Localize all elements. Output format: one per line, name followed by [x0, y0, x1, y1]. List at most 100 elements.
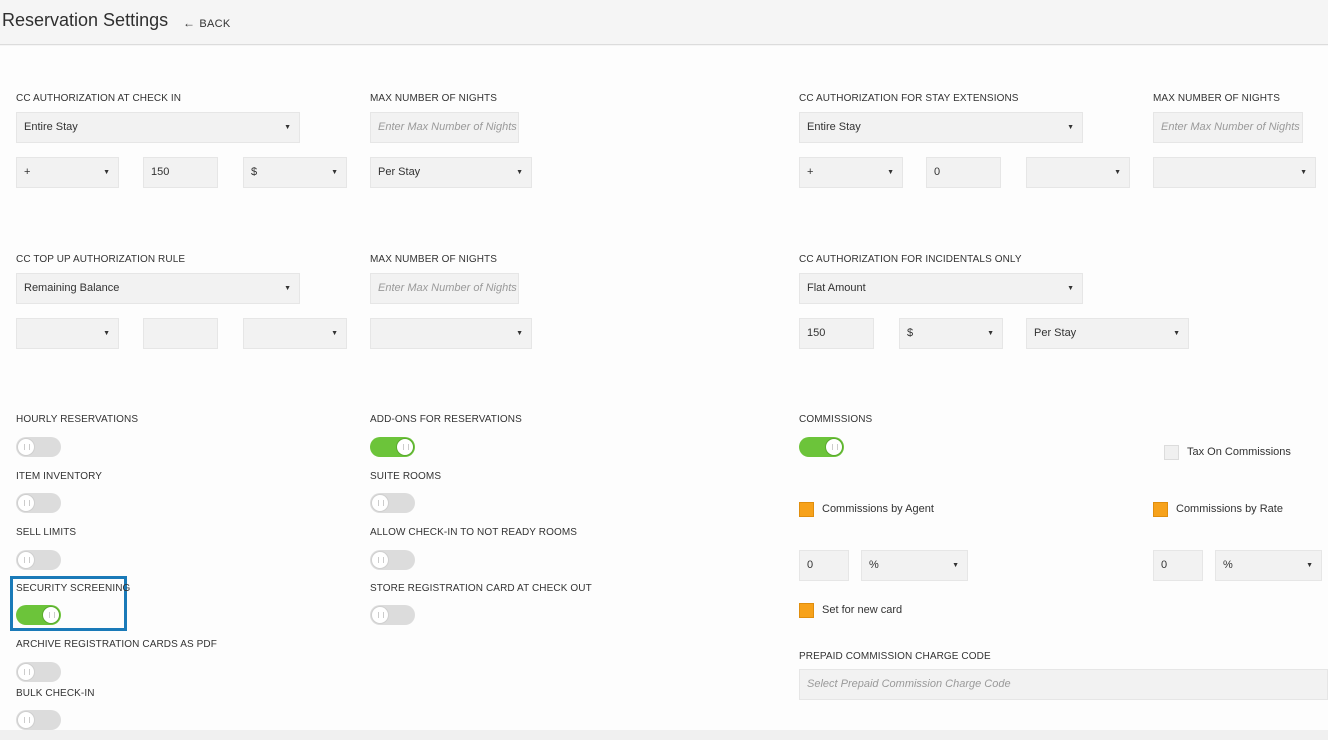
cc-ext-amount-input[interactable]: 0	[926, 157, 1001, 188]
incidentals-per-select[interactable]: Per Stay ▼	[1026, 318, 1189, 349]
per-stay-select-2[interactable]: ▼	[1153, 157, 1316, 188]
item-inventory-toggle[interactable]	[16, 493, 61, 513]
chevron-down-icon: ▼	[516, 169, 523, 176]
max-nights-label-3: MAX NUMBER OF NIGHTS	[370, 254, 498, 265]
store-reg-card-toggle[interactable]	[370, 605, 415, 625]
toggle-knob	[17, 438, 35, 456]
suite-rooms-toggle[interactable]	[370, 493, 415, 513]
tax-on-commissions-checkbox[interactable]	[1164, 445, 1179, 460]
cc-auth-ext-select[interactable]: Entire Stay ▼	[799, 112, 1083, 143]
max-nights-label-2: MAX NUMBER OF NIGHTS	[1153, 93, 1281, 104]
back-button[interactable]: ← BACK	[183, 16, 230, 30]
addons-toggle[interactable]	[370, 437, 415, 457]
cc-auth-amount-input[interactable]: 150	[143, 157, 218, 188]
chevron-down-icon: ▼	[1067, 124, 1074, 131]
chevron-down-icon: ▼	[1114, 169, 1121, 176]
toggle-knob	[17, 663, 35, 681]
commissions-by-agent-label: Commissions by Agent	[822, 503, 934, 515]
back-arrow-icon: ←	[183, 16, 196, 30]
addons-label: ADD-ONS FOR RESERVATIONS	[370, 414, 522, 425]
toggle-knob	[371, 606, 389, 624]
prepaid-commission-label: PREPAID COMMISSION CHARGE CODE	[799, 651, 991, 662]
agent-commission-unit-select[interactable]: % ▼	[861, 550, 968, 581]
chevron-down-icon: ▼	[331, 169, 338, 176]
chevron-down-icon: ▼	[1173, 330, 1180, 337]
toggle-knob	[42, 606, 60, 624]
security-screening-label: SECURITY SCREENING	[16, 583, 131, 594]
page-title: Reservation Settings	[2, 10, 169, 30]
footer-strip	[0, 730, 1328, 740]
chevron-down-icon: ▼	[952, 562, 959, 569]
chevron-down-icon: ▼	[1306, 562, 1313, 569]
topup-currency-select[interactable]: ▼	[243, 318, 347, 349]
chevron-down-icon: ▼	[1067, 285, 1074, 292]
hourly-toggle[interactable]	[16, 437, 61, 457]
max-nights-input-2[interactable]: Enter Max Number of Nights	[1153, 112, 1303, 143]
bulk-checkin-toggle[interactable]	[16, 710, 61, 730]
toggle-knob	[371, 551, 389, 569]
max-nights-input-1[interactable]: Enter Max Number of Nights	[370, 112, 519, 143]
toggle-knob	[17, 551, 35, 569]
sell-limits-label: SELL LIMITS	[16, 527, 77, 538]
topup-label: CC TOP UP AUTHORIZATION RULE	[16, 254, 186, 265]
checkin-not-ready-toggle[interactable]	[370, 550, 415, 570]
topup-operator-select[interactable]: ▼	[16, 318, 119, 349]
commissions-by-rate-label: Commissions by Rate	[1176, 503, 1283, 515]
set-new-card-checkbox[interactable]	[799, 603, 814, 618]
hourly-label: HOURLY RESERVATIONS	[16, 414, 139, 425]
store-reg-card-label: STORE REGISTRATION CARD AT CHECK OUT	[370, 583, 592, 594]
sell-limits-toggle[interactable]	[16, 550, 61, 570]
settings-panel	[0, 46, 1328, 730]
max-nights-input-3[interactable]: Enter Max Number of Nights	[370, 273, 519, 304]
toggle-knob	[17, 494, 35, 512]
commissions-by-rate-checkbox[interactable]	[1153, 502, 1168, 517]
chevron-down-icon: ▼	[103, 169, 110, 176]
cc-ext-operator-select[interactable]: + ▼	[799, 157, 903, 188]
cc-auth-checkin-select[interactable]: Entire Stay ▼	[16, 112, 300, 143]
topup-select[interactable]: Remaining Balance ▼	[16, 273, 300, 304]
incidentals-label: CC AUTHORIZATION FOR INCIDENTALS ONLY	[799, 254, 1022, 265]
commissions-toggle[interactable]	[799, 437, 844, 457]
toggle-knob	[396, 438, 414, 456]
prepaid-commission-select[interactable]: Select Prepaid Commission Charge Code	[799, 669, 1328, 700]
cc-auth-currency-select[interactable]: $ ▼	[243, 157, 347, 188]
rate-commission-unit-select[interactable]: % ▼	[1215, 550, 1322, 581]
cc-ext-currency-select[interactable]: ▼	[1026, 157, 1130, 188]
chevron-down-icon: ▼	[103, 330, 110, 337]
max-nights-label-1: MAX NUMBER OF NIGHTS	[370, 93, 498, 104]
tax-on-commissions-label: Tax On Commissions	[1187, 446, 1291, 458]
back-label: BACK	[199, 18, 231, 30]
incidentals-currency-select[interactable]: $ ▼	[899, 318, 1003, 349]
bulk-checkin-label: BULK CHECK-IN	[16, 688, 95, 699]
per-stay-select-1[interactable]: Per Stay ▼	[370, 157, 532, 188]
incidentals-amount-input[interactable]: 150	[799, 318, 874, 349]
agent-commission-input[interactable]: 0	[799, 550, 849, 581]
cc-auth-checkin-label: CC AUTHORIZATION AT CHECK IN	[16, 93, 182, 104]
suite-rooms-label: SUITE ROOMS	[370, 471, 442, 482]
commissions-by-agent-checkbox[interactable]	[799, 502, 814, 517]
set-new-card-label: Set for new card	[822, 604, 903, 616]
commissions-label: COMMISSIONS	[799, 414, 873, 425]
chevron-down-icon: ▼	[516, 330, 523, 337]
archive-cards-toggle[interactable]	[16, 662, 61, 682]
checkin-not-ready-label: ALLOW CHECK-IN TO NOT READY ROOMS	[370, 527, 578, 538]
chevron-down-icon: ▼	[887, 169, 894, 176]
incidentals-select[interactable]: Flat Amount ▼	[799, 273, 1083, 304]
toggle-knob	[371, 494, 389, 512]
topup-amount-input[interactable]	[143, 318, 218, 349]
security-screening-toggle[interactable]	[16, 605, 61, 625]
page-header: Reservation Settings ← BACK	[0, 0, 1328, 45]
toggle-knob	[17, 711, 35, 729]
chevron-down-icon: ▼	[284, 285, 291, 292]
rate-commission-input[interactable]: 0	[1153, 550, 1203, 581]
chevron-down-icon: ▼	[284, 124, 291, 131]
per-stay-select-3[interactable]: ▼	[370, 318, 532, 349]
chevron-down-icon: ▼	[1300, 169, 1307, 176]
archive-cards-label: ARCHIVE REGISTRATION CARDS AS PDF	[16, 639, 217, 650]
chevron-down-icon: ▼	[331, 330, 338, 337]
chevron-down-icon: ▼	[987, 330, 994, 337]
cc-auth-operator-select[interactable]: + ▼	[16, 157, 119, 188]
item-inventory-label: ITEM INVENTORY	[16, 471, 103, 482]
cc-auth-ext-label: CC AUTHORIZATION FOR STAY EXTENSIONS	[799, 93, 1019, 104]
toggle-knob	[825, 438, 843, 456]
